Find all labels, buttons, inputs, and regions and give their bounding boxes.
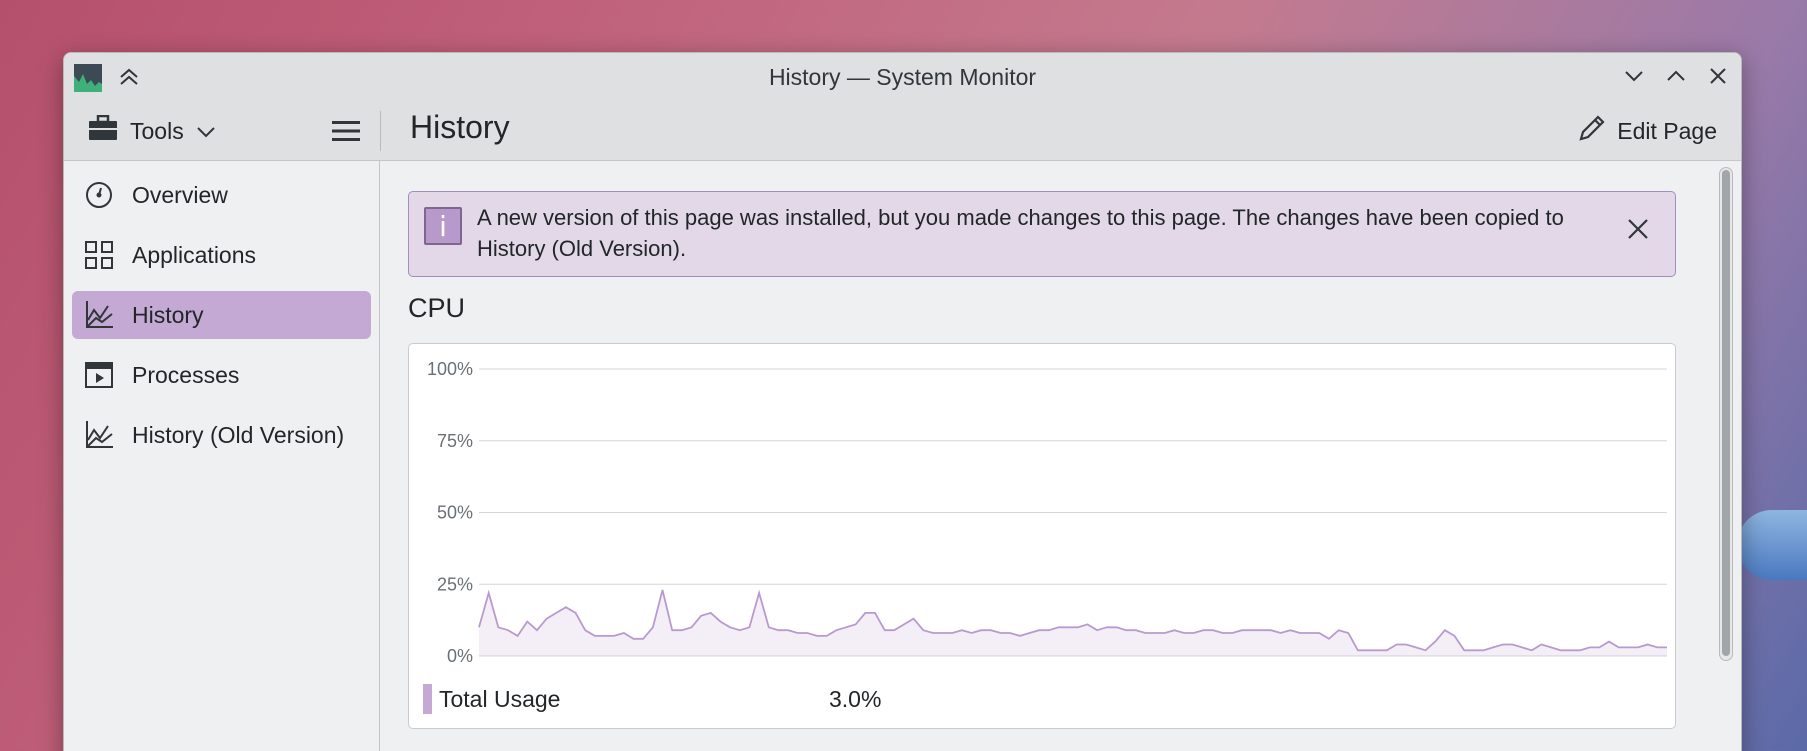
info-icon: i: [424, 207, 462, 245]
window-play-icon: [84, 360, 114, 390]
y-tick-label: 25%: [437, 574, 473, 594]
chevron-down-icon: [196, 118, 216, 145]
legend-label: Total Usage: [439, 685, 561, 712]
hamburger-icon: [332, 121, 360, 141]
chart-line-icon: [84, 300, 114, 330]
maximize-button[interactable]: [1663, 63, 1689, 89]
scrollbar-thumb[interactable]: [1722, 170, 1730, 656]
sidebar-item-overview[interactable]: Overview: [72, 171, 371, 219]
desktop-background-shape: [1737, 510, 1807, 580]
y-tick-label: 100%: [427, 359, 473, 379]
vertical-scrollbar[interactable]: [1719, 167, 1733, 661]
pencil-icon: [1577, 113, 1607, 149]
total-usage-area: [479, 590, 1667, 656]
sidebar: Overview Applications History Processes …: [64, 161, 380, 751]
sidebar-item-history-old-version[interactable]: History (Old Version): [72, 411, 371, 459]
sidebar-item-label: Processes: [132, 361, 240, 388]
edit-page-label: Edit Page: [1617, 117, 1717, 144]
minimize-button[interactable]: [1621, 63, 1647, 89]
gauge-icon: [84, 180, 114, 210]
toolbar: Tools History Edit Page: [64, 101, 1741, 161]
toolbar-divider: [380, 111, 381, 151]
legend-value: 3.0%: [829, 686, 882, 712]
sidebar-item-label: Overview: [132, 181, 228, 208]
y-tick-label: 50%: [437, 503, 473, 523]
close-icon: [1628, 219, 1648, 239]
close-button[interactable]: [1705, 63, 1731, 89]
title-bar: History — System Monitor: [64, 53, 1741, 101]
sidebar-item-processes[interactable]: Processes: [72, 351, 371, 399]
sidebar-item-history[interactable]: History: [72, 291, 371, 339]
tools-menu-button[interactable]: Tools: [88, 113, 216, 149]
chart-legend: Total Usage: [423, 684, 560, 714]
window-title: History — System Monitor: [768, 64, 1037, 90]
cpu-section-title: CPU: [408, 293, 466, 323]
legend-swatch: [423, 684, 432, 714]
y-tick-label: 0%: [447, 646, 473, 666]
sidebar-item-label: Applications: [132, 241, 257, 268]
cpu-chart-card: 100% 75% 50% 25% 0% Total Usage 3.0%: [408, 343, 1676, 729]
banner-message: A new version of this page was installed…: [477, 205, 1564, 261]
sidebar-item-label: History (Old Version): [132, 421, 345, 448]
banner-close-button[interactable]: [1623, 214, 1653, 244]
toolbox-icon: [88, 114, 118, 147]
page-title: History: [410, 109, 510, 145]
system-monitor-window: History — System Monitor Tools History E…: [63, 52, 1742, 751]
content-area: i A new version of this page was install…: [381, 161, 1741, 751]
sidebar-item-label: History: [132, 301, 204, 328]
cpu-history-chart: 100% 75% 50% 25% 0%: [427, 359, 1667, 666]
edit-page-button[interactable]: Edit Page: [1577, 113, 1717, 149]
sidebar-item-applications[interactable]: Applications: [72, 231, 371, 279]
hamburger-menu-button[interactable]: [328, 113, 364, 149]
y-tick-label: 75%: [437, 431, 473, 451]
grid-icon: [84, 240, 114, 270]
chart-line-icon: [84, 420, 114, 450]
tools-label: Tools: [130, 117, 184, 144]
info-banner: i A new version of this page was install…: [408, 191, 1676, 277]
